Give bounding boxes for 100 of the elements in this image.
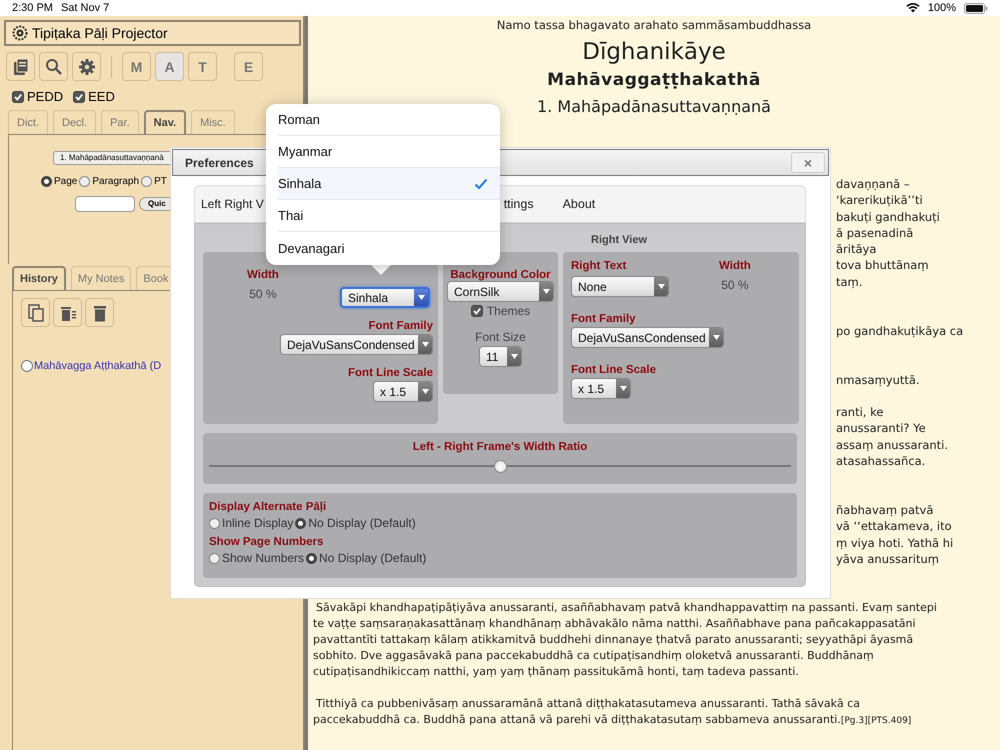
wheel-icon [12, 25, 28, 41]
wifi-icon [906, 3, 920, 13]
tab[interactable]: About [552, 197, 606, 211]
caret-icon [510, 354, 518, 359]
radio-button[interactable] [306, 552, 318, 564]
tab[interactable]: Left Right V [195, 197, 264, 211]
caret-icon [658, 284, 664, 289]
battery-icon [964, 2, 988, 14]
option-heading: Display Alternate Pāḷi [209, 501, 328, 513]
input-field[interactable] [75, 196, 135, 212]
checkbox[interactable] [470, 305, 483, 317]
field-label: Font Family [571, 313, 636, 325]
dropdown[interactable]: DejaVuSansCondensed [571, 327, 724, 348]
tab[interactable]: Nav. [144, 110, 186, 134]
dropdown[interactable]: CornSilk [447, 281, 554, 302]
text-line: vā ‘‘ettakameva, ito [836, 518, 953, 535]
field-label: Width [247, 269, 279, 281]
settings-button[interactable] [72, 52, 101, 81]
checkbox[interactable] [21, 360, 33, 372]
tab[interactable]: ttings [504, 197, 552, 211]
menu-item[interactable]: Devanagari [278, 232, 500, 264]
radio-button[interactable] [209, 518, 220, 528]
text-line: atasahassañca. [836, 453, 926, 470]
dropdown[interactable]: DejaVuSansCondensed [280, 334, 433, 355]
close-button[interactable]: × [791, 152, 825, 173]
dropdown[interactable]: Sinhala [340, 287, 430, 308]
field-label: Font Size [475, 330, 526, 344]
invocation-text: Namo tassa bhagavato arahato sammāsambuddhassa [496, 18, 812, 32]
dropdown[interactable]: x 1.5 [373, 381, 433, 402]
caret-icon [422, 342, 428, 347]
section-heading: Right View [590, 233, 648, 248]
caret-icon [422, 389, 428, 394]
dropdown[interactable]: None [571, 276, 669, 297]
books-icon [12, 58, 30, 76]
radio-label: PT [154, 176, 167, 187]
text-line: ñabhavaṃ patvā [836, 502, 934, 518]
copy-button[interactable] [21, 298, 50, 327]
slider-thumb[interactable] [494, 460, 507, 473]
collection-title: Dīghanikāye [581, 39, 727, 65]
checkbox-label: PEDD [27, 89, 64, 104]
radio-label: No Display (Default) [308, 516, 416, 530]
books-button[interactable] [6, 52, 35, 81]
checkmark-icon [474, 178, 488, 190]
text-line: tova bhuttānaṃ [836, 257, 930, 274]
text-line: ranti, ke [836, 404, 884, 420]
search-icon [44, 58, 62, 76]
trash-button[interactable] [85, 298, 114, 327]
dropdown[interactable]: 11 [479, 346, 522, 367]
text-line: assaṃ anussaranti. [836, 436, 950, 454]
dialog-title: Preferences [185, 156, 254, 170]
app-title: Tipiṭaka Pāḷi Projector [32, 25, 168, 41]
menu-item[interactable]: Roman [278, 104, 500, 136]
tab[interactable]: History [12, 266, 66, 290]
radio-button[interactable] [141, 176, 152, 187]
radio-label: Paragraph [92, 176, 140, 187]
radio-button[interactable] [41, 176, 52, 187]
menu-item[interactable]: Sinhala [278, 168, 500, 200]
field-label: Font Family [368, 320, 433, 332]
menu-item[interactable]: Thai [278, 200, 500, 232]
slider-label: Left - Right Frame's Width Ratio [412, 441, 588, 453]
checkbox[interactable] [73, 90, 86, 102]
field-label: Font Line Scale [571, 364, 656, 376]
status-time: 2:30 PM [12, 2, 53, 14]
field-label: Font Line Scale [348, 367, 433, 379]
checkbox[interactable] [12, 90, 24, 102]
caret-icon [712, 335, 720, 340]
history-link[interactable]: Mahāvagga Aṭṭhakathā (D [34, 360, 162, 372]
trash-list-button[interactable] [53, 298, 82, 327]
text-line: ‘karerikuṭikā’’ti [836, 192, 924, 209]
checkbox-label: EED [88, 89, 115, 104]
paragraph: Sāvakāpi khandhapaṭipāṭiyāva anussaranti, asaññabhavaṃ patvā khandhappavattiṃ na passanti. Evaṃ santepi te vaṭṭe saṃsaraṇakasattānaṃ khandhānaṃ abhāvakālo nāma natthi. Asaññabhave pana pañcakappasatāni pavattantīti tattakaṃ kālaṃ atikkamitvā buddhehi dinnanaye ṭhatvā parato anussaranti; seyyathāpi āyasmā sobhito. Dve aggasāvakā pana paccekabuddhā ca cutipaṭisandhiṃ oloketvā anussaranti. Buddhānaṃ cutipaṭisandhikiccaṃ natthi, yaṃ yaṃ ṭhānaṃ passitukāmā honti, taṃ tadeva passanti. [313, 600, 938, 680]
radio-label: Inline Display [222, 516, 294, 530]
letter-button[interactable]: A [155, 52, 184, 81]
book-title: Mahāvaggaṭṭhakathā [546, 70, 762, 90]
quick-button[interactable]: Quic [139, 197, 171, 211]
dropdown[interactable]: x 1.5 [571, 378, 631, 399]
radio-button[interactable] [295, 518, 306, 528]
radio-button[interactable] [79, 176, 90, 187]
status-date: Sat Nov 7 [60, 2, 110, 14]
width-value: 50 % [249, 287, 277, 301]
caret-icon [542, 289, 550, 294]
checkbox-label: Themes [486, 304, 530, 318]
field-label: Right Text [571, 260, 628, 272]
text-line: āritāya [836, 241, 878, 258]
battery-percent: 100% [928, 2, 956, 14]
text-line: yāva anussarituṃ [836, 550, 940, 568]
text-line: taṃ. [836, 274, 864, 290]
caret-icon [620, 386, 626, 391]
radio-button[interactable] [209, 552, 220, 564]
copy-icon [26, 304, 44, 322]
search-button[interactable] [39, 52, 68, 81]
caret-icon [418, 295, 424, 300]
radio-label: Page [54, 176, 78, 187]
text-line: bakuṭi gandhakuṭi [836, 208, 941, 225]
text-line: po gandhakuṭikāya ca [836, 322, 964, 339]
option-heading: Show Page Numbers [209, 536, 324, 548]
radio-label: No Display (Default) [319, 551, 426, 565]
text-line: davaṇṇanā – [836, 176, 911, 192]
text-line: nmasaṃyuttā. [836, 372, 921, 388]
settings-icon [78, 58, 96, 76]
